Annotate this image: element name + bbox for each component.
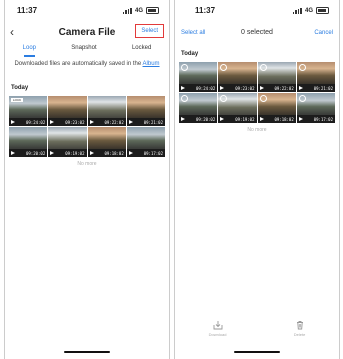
play-icon (128, 151, 133, 155)
status-bar: 11:37 4G (175, 6, 339, 18)
thumb-duration: 09:17:02 (313, 117, 333, 122)
select-circle-icon (181, 64, 188, 71)
select-circle-icon (298, 64, 306, 71)
play-icon (128, 120, 133, 124)
signal-icon (292, 7, 302, 14)
selection-screen: 11:37 4G Select all 0 selected Cancel To… (174, 0, 340, 359)
thumb-duration: 09:20:02 (195, 117, 216, 122)
video-thumbnail[interactable]: 09:21:02 (126, 96, 165, 126)
signal-icon (122, 7, 132, 14)
tab-locked[interactable]: Locked (132, 44, 151, 58)
thumb-duration: 09:21:02 (313, 86, 333, 91)
thumb-duration: 09:19:02 (65, 151, 85, 156)
status-bar: 11:37 4G (5, 6, 169, 18)
trash-icon (296, 321, 303, 330)
selectable-thumbnail[interactable]: 09:17:02 (296, 93, 335, 123)
select-circle-icon (220, 64, 228, 71)
play-icon (298, 86, 303, 90)
play-icon (259, 86, 264, 90)
selection-header: Select all 0 selected Cancel (175, 29, 339, 40)
camera-file-screen: 11:37 4G ‹ Camera File Select Loop Snaps… (4, 0, 170, 359)
play-icon (259, 117, 264, 121)
download-label: Download (208, 332, 227, 337)
thumb-duration: 09:17:02 (143, 151, 163, 156)
thumb-duration: 09:22:02 (274, 86, 294, 91)
no-more-label: No more (247, 127, 267, 133)
section-today: Today (11, 85, 29, 91)
file-tabs: Loop Snapshot Locked (5, 44, 169, 58)
video-thumbnail[interactable]: 09:22:02 (87, 96, 126, 126)
selectable-thumbnail-grid: 09:24:02 09:23:02 09:22:02 09:21:02 09:2… (179, 62, 335, 123)
select-circle-icon (220, 95, 228, 102)
bottom-action-bar: Download Delete (175, 320, 339, 337)
thumb-duration: 09:19:02 (235, 117, 255, 122)
status-time: 11:37 (17, 6, 38, 15)
tab-snapshot[interactable]: Snapshot (71, 44, 96, 58)
thumb-duration: 09:24:02 (195, 86, 216, 91)
battery-icon (146, 7, 159, 14)
selectable-thumbnail[interactable]: 09:19:02 (218, 93, 257, 123)
thumb-duration: 09:21:02 (143, 120, 163, 125)
no-more-label: No more (77, 161, 97, 167)
section-today: Today (181, 51, 199, 57)
tab-loop[interactable]: Loop (23, 44, 36, 58)
thumb-duration: 09:18:02 (104, 151, 124, 156)
selectable-thumbnail[interactable]: 09:20:02 (179, 93, 218, 123)
select-circle-icon (259, 64, 267, 71)
selectable-thumbnail[interactable]: 09:24:02 (179, 62, 218, 92)
delete-button[interactable]: Delete (293, 320, 306, 337)
lock-tag: LOCK (11, 98, 24, 102)
home-indicator (64, 351, 110, 353)
play-icon (11, 120, 15, 124)
thumbnail-grid: LOCK 09:24:02 09:23:02 09:22:02 09:21:02 … (9, 96, 165, 157)
video-thumbnail[interactable]: LOCK 09:24:02 (9, 96, 48, 126)
delete-label: Delete (293, 332, 306, 337)
select-circle-icon (181, 95, 188, 102)
download-button[interactable]: Download (208, 320, 227, 337)
network-label: 4G (134, 7, 143, 14)
status-time: 11:37 (195, 6, 216, 15)
play-icon (89, 120, 94, 124)
battery-icon (316, 7, 329, 14)
play-icon (50, 151, 55, 155)
download-notice: Downloaded files are automatically saved… (11, 60, 163, 68)
play-icon (11, 151, 15, 155)
thumb-duration: 09:22:02 (104, 120, 124, 125)
selectable-thumbnail[interactable]: 09:23:02 (218, 62, 257, 92)
selectable-thumbnail[interactable]: 09:18:02 (257, 93, 296, 123)
play-icon (181, 117, 185, 121)
thumb-duration: 09:20:02 (25, 151, 46, 156)
home-indicator (234, 351, 280, 353)
play-icon (89, 151, 94, 155)
play-icon (220, 86, 225, 90)
thumb-duration: 09:18:02 (274, 117, 294, 122)
video-thumbnail[interactable]: 09:19:02 (48, 127, 87, 157)
video-thumbnail[interactable]: 09:20:02 (9, 127, 48, 157)
play-icon (220, 117, 225, 121)
cancel-button[interactable]: Cancel (314, 30, 333, 36)
network-label: 4G (304, 7, 313, 14)
select-button[interactable]: Select (135, 24, 164, 38)
play-icon (181, 86, 185, 90)
video-thumbnail[interactable]: 09:18:02 (87, 127, 126, 157)
video-thumbnail[interactable]: 09:23:02 (48, 96, 87, 126)
notice-text: Downloaded files are automatically saved… (14, 61, 143, 67)
thumb-duration: 09:23:02 (235, 86, 255, 91)
album-link[interactable]: Album (143, 61, 160, 67)
selectable-thumbnail[interactable]: 09:21:02 (296, 62, 335, 92)
select-circle-icon (298, 95, 306, 102)
thumb-duration: 09:23:02 (65, 120, 85, 125)
selectable-thumbnail[interactable]: 09:22:02 (257, 62, 296, 92)
play-icon (298, 117, 303, 121)
select-circle-icon (259, 95, 267, 102)
navigation-bar: ‹ Camera File Select (5, 24, 169, 41)
play-icon (50, 120, 55, 124)
download-icon (213, 321, 222, 330)
video-thumbnail[interactable]: 09:17:02 (126, 127, 165, 157)
thumb-duration: 09:24:02 (25, 120, 46, 125)
